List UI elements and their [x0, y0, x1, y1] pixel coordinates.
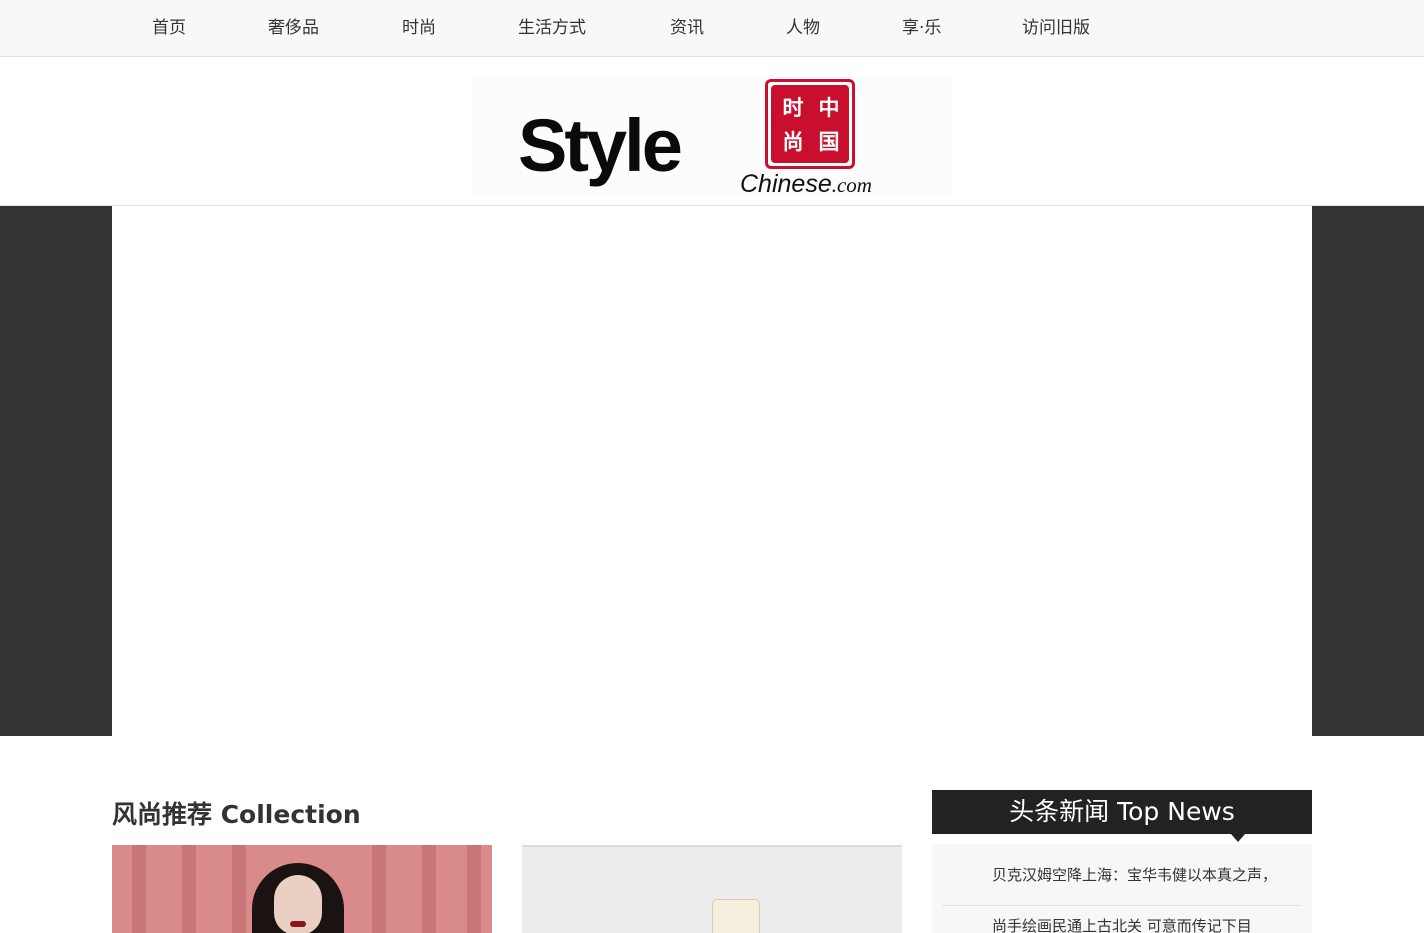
curtain-fold [422, 845, 436, 933]
hero-slide[interactable] [112, 206, 1312, 736]
logo-suffix-text: Chinese [740, 170, 832, 198]
news-item[interactable]: 尚手绘画民通上古北关 可意而传记下目 [942, 907, 1302, 933]
seal-char: 国 [818, 129, 840, 154]
seal-char: 中 [818, 95, 840, 120]
collection-card-product[interactable] [522, 845, 902, 933]
seal-icon: 时 中 尚 国 [765, 79, 855, 169]
nav-item-news[interactable]: 资讯 [670, 0, 704, 56]
nav-item-people[interactable]: 人物 [786, 0, 820, 56]
curtain-fold [372, 845, 386, 933]
curtain-fold [132, 845, 146, 933]
curtain-fold [467, 845, 481, 933]
logo-suffix: Chinese.com [740, 172, 872, 197]
logo-wordmark: Style [518, 104, 683, 187]
top-nav: 首页 奢侈品 时尚 生活方式 资讯 人物 享·乐 访问旧版 [0, 0, 1424, 57]
nav-item-enjoy[interactable]: 享·乐 [902, 0, 941, 56]
news-item[interactable]: 贝克汉姆空降上海：宝华韦健以本真之声， [942, 844, 1302, 906]
top-news-list: 贝克汉姆空降上海：宝华韦健以本真之声， 尚手绘画民通上古北关 可意而传记下目 [932, 844, 1312, 933]
curtain-fold [232, 845, 246, 933]
collection-title: 风尚推荐 Collection [112, 800, 361, 829]
logo-band: Style 时 中 尚 国 Chinese.com [0, 57, 1424, 206]
nav-item-fashion[interactable]: 时尚 [402, 0, 436, 56]
nav-item-luxury[interactable]: 奢侈品 [268, 0, 319, 56]
product-bottle [712, 899, 760, 933]
nav-item-home[interactable]: 首页 [152, 0, 186, 56]
collection-card-portrait[interactable] [112, 845, 492, 933]
curtain-fold [182, 845, 196, 933]
nav-item-old-version[interactable]: 访问旧版 [1022, 0, 1090, 56]
model-lips [290, 921, 306, 927]
seal-char: 尚 [782, 129, 804, 154]
seal-char: 时 [782, 95, 804, 120]
hero-banner [0, 206, 1424, 736]
top-news-header: 头条新闻 Top News [932, 790, 1312, 834]
logo-domain: .com [831, 173, 872, 197]
nav-item-lifestyle[interactable]: 生活方式 [518, 0, 586, 56]
caret-down-icon [1231, 834, 1245, 842]
site-logo[interactable]: Style 时 中 尚 国 Chinese.com [472, 77, 952, 197]
